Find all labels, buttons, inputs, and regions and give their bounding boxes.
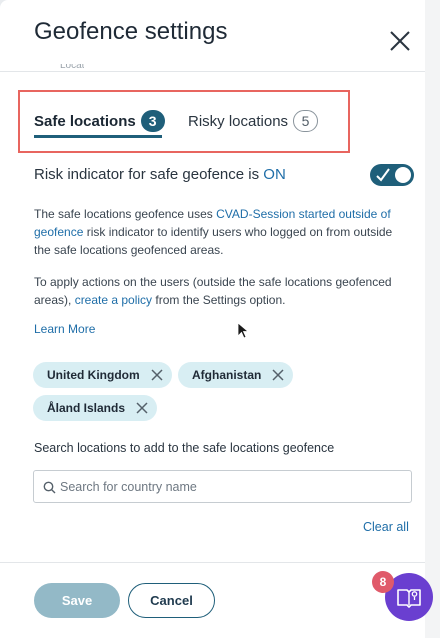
help-book-icon [397,589,421,608]
risk-indicator-text: Risk indicator for safe geofence is [34,166,264,183]
search-icon [43,481,56,494]
save-button[interactable]: Save [34,583,120,618]
panel-header: Geofence settings Locat [0,0,425,72]
close-icon [272,369,284,381]
close-button[interactable] [387,28,413,54]
active-tab-indicator [34,135,162,138]
geofence-settings-panel: Geofence settings Locat Safe locations 3… [0,0,425,638]
search-field [33,470,412,503]
close-icon [151,369,163,381]
check-icon [376,168,390,182]
risk-indicator-label: Risk indicator for safe geofence is ON [34,166,286,183]
risk-indicator-toggle[interactable] [370,164,414,186]
page-title: Geofence settings [34,18,228,45]
risk-indicator-row: Risk indicator for safe geofence is ON [34,164,414,188]
location-chip: Åland Islands [33,395,158,421]
help-notification-badge: 8 [372,571,394,593]
tab-safe-locations[interactable]: Safe locations 3 [34,108,165,134]
close-icon [390,31,410,51]
chip-label: Åland Islands [47,401,126,415]
tab-risky-locations[interactable]: Risky locations 5 [188,108,319,134]
location-chip: United Kingdom [33,362,172,388]
safe-locations-description: The safe locations geofence uses CVAD-Se… [34,205,404,259]
chip-label: Afghanistan [192,368,262,382]
close-icon [136,402,148,414]
remove-chip-button[interactable] [135,401,149,415]
description-text: The safe locations geofence uses [34,207,217,221]
tab-label: Risky locations [188,112,289,130]
tab-count-badge: 3 [140,110,165,132]
search-input[interactable] [60,471,400,502]
scrolled-section-label: Locat [60,64,85,71]
background-strip [425,0,440,638]
chip-label: United Kingdom [47,368,140,382]
risk-indicator-state: ON [263,166,286,183]
location-chip: Afghanistan [178,362,294,388]
toggle-knob [395,167,411,183]
description-text: from the Settings option. [152,293,286,307]
create-policy-link[interactable]: create a policy [75,293,152,307]
policy-description: To apply actions on the users (outside t… [34,273,404,309]
tab-count-badge: 5 [293,110,319,132]
clear-all-link[interactable]: Clear all [363,520,409,534]
mouse-cursor-icon [237,322,249,339]
learn-more-link[interactable]: Learn More [34,322,95,336]
description-text: risk indicator to identify users who log… [34,225,393,257]
remove-chip-button[interactable] [150,368,164,382]
cancel-button[interactable]: Cancel [128,583,215,618]
search-label: Search locations to add to the safe loca… [34,441,335,455]
panel-footer: Save Cancel [0,562,425,638]
location-tabs-highlight: Safe locations 3 Risky locations 5 [18,90,350,153]
tab-label: Safe locations [34,112,136,130]
remove-chip-button[interactable] [271,368,285,382]
